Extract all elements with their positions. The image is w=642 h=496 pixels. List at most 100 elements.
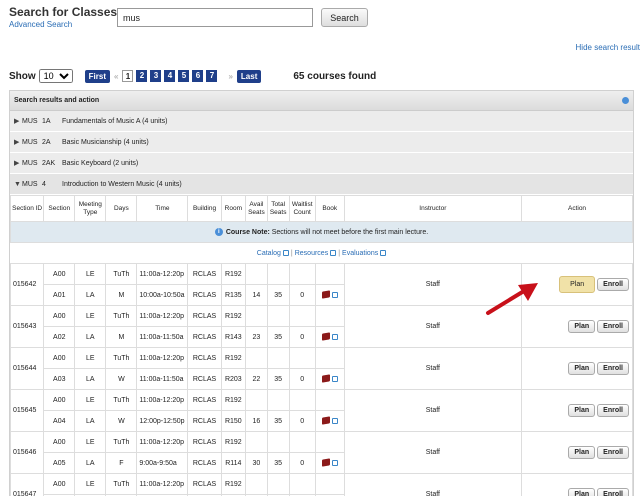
page-3-button[interactable]: 3 [150, 70, 162, 82]
time: 11:00a-12:20p [136, 263, 189, 285]
page-1-button[interactable]: 1 [122, 70, 134, 82]
external-link-icon[interactable] [331, 291, 338, 298]
waitlist-count: 0 [288, 410, 316, 432]
section-code: A00 [43, 473, 76, 495]
course-subject: MUS [22, 138, 38, 146]
column-header: Time [136, 195, 189, 222]
enroll-button[interactable]: Enroll [597, 320, 629, 333]
meeting-type: LA [74, 452, 107, 474]
page-6-button[interactable]: 6 [192, 70, 204, 82]
course-links-row: Catalog | Resources | Evaluations [11, 243, 633, 264]
book-icon[interactable] [321, 374, 330, 384]
book-icon[interactable] [321, 332, 330, 342]
section-id: 015642 [9, 263, 45, 306]
catalog-link[interactable]: Catalog [257, 250, 281, 257]
plan-button[interactable]: Plan [559, 276, 596, 293]
enroll-button[interactable]: Enroll [597, 362, 629, 375]
evaluations-link[interactable]: Evaluations [342, 250, 378, 257]
course-row-mus-4[interactable]: ▼ MUS 4 Introduction to Western Music (4 un… [10, 174, 633, 195]
time: 12:00p-12:50p [136, 410, 189, 432]
search-input[interactable] [117, 8, 313, 27]
show-label: Show [9, 70, 36, 82]
book-cell [314, 284, 345, 306]
results-header-label: Search results and action [14, 97, 100, 104]
collapse-icon[interactable] [622, 97, 629, 104]
instructor: Staff [343, 473, 523, 496]
prev-page-icon[interactable]: « [114, 72, 118, 81]
courses-found-count: 65 courses found [293, 70, 377, 82]
triangle-down-icon: ▼ [14, 180, 21, 188]
book-cell [314, 368, 345, 390]
search-button[interactable]: Search [321, 8, 368, 27]
page-5-button[interactable]: 5 [178, 70, 190, 82]
hide-search-results-link[interactable]: Hide search result [576, 43, 640, 52]
room: R203 [220, 368, 247, 390]
days: W [105, 368, 138, 390]
course-title: Fundamentals of Music A (4 units) [62, 117, 168, 125]
section-id: 015644 [9, 347, 45, 390]
section-id: 015643 [9, 305, 45, 348]
enroll-button[interactable]: Enroll [597, 446, 629, 459]
pagination: Show 10 First « 1234567 » Last 65 course… [9, 69, 376, 83]
column-header: Section [43, 195, 76, 222]
external-link-icon [282, 249, 289, 256]
course-subject: MUS [22, 159, 38, 167]
meeting-type: LE [74, 305, 107, 327]
course-subject: MUS [22, 117, 38, 125]
building: RCLAS [187, 410, 222, 432]
building: RCLAS [187, 284, 222, 306]
meeting-type: LE [74, 389, 107, 411]
external-link-icon[interactable] [331, 417, 338, 424]
total-seats: 35 [266, 284, 290, 306]
external-link-icon[interactable] [331, 375, 338, 382]
section-lecture-row: 015647 A00 LE TuTh 11:00a-12:20p RCLAS R192 Sta… [9, 473, 633, 496]
enroll-button[interactable]: Enroll [597, 488, 629, 496]
plan-button[interactable]: Plan [568, 404, 596, 417]
page-2-button[interactable]: 2 [136, 70, 148, 82]
days: TuTh [105, 305, 138, 327]
per-page-select[interactable]: 10 [38, 69, 73, 83]
course-row-mus-1a[interactable]: ▶ MUS 1A Fundamentals of Music A (4 units) [10, 111, 633, 132]
book-cell [314, 452, 345, 474]
plan-button[interactable]: Plan [568, 446, 596, 459]
external-link-icon [330, 249, 337, 256]
section-lecture-row: 015644 A00 LE TuTh 11:00a-12:20p RCLAS R192 Sta… [9, 347, 633, 390]
triangle-right-icon: ▶ [14, 139, 20, 146]
first-page-button[interactable]: First [84, 69, 111, 83]
plan-button[interactable]: Plan [568, 362, 596, 375]
column-header: Building [187, 195, 222, 222]
advanced-search-link[interactable]: Advanced Search [9, 20, 121, 29]
book-icon[interactable] [321, 290, 330, 300]
enroll-button[interactable]: Enroll [597, 404, 629, 417]
last-page-button[interactable]: Last [236, 69, 262, 83]
plan-button[interactable]: Plan [568, 320, 596, 333]
meeting-type: LA [74, 410, 107, 432]
page-7-button[interactable]: 7 [206, 70, 218, 82]
course-row-mus-2ak[interactable]: ▶ MUS 2AK Basic Keyboard (2 units) [10, 153, 633, 174]
external-link-icon[interactable] [331, 459, 338, 466]
enroll-button[interactable]: Enroll [597, 278, 629, 291]
book-icon[interactable] [321, 416, 330, 426]
waitlist-count: 0 [288, 326, 316, 348]
info-icon: i [214, 228, 223, 236]
instructor: Staff [343, 389, 523, 432]
resources-link[interactable]: Resources [295, 250, 328, 257]
section-id: 015647 [9, 473, 45, 496]
room: R192 [220, 263, 247, 285]
page-4-button[interactable]: 4 [164, 70, 176, 82]
next-page-icon[interactable]: » [228, 72, 232, 81]
course-note-text: Sections will not meet before the first … [271, 228, 429, 236]
results-panel: Search results and action ▶ MUS 1A Fundamen… [9, 90, 634, 496]
time: 10:00a-10:50a [136, 284, 189, 306]
book-icon[interactable] [321, 458, 330, 468]
external-link-icon[interactable] [331, 333, 338, 340]
column-header: Instructor [343, 195, 523, 222]
external-link-icon [380, 249, 387, 256]
time: 11:00a-12:20p [136, 389, 189, 411]
time: 11:00a-12:20p [136, 473, 189, 495]
course-row-mus-2a[interactable]: ▶ MUS 2A Basic Musicianship (4 units) [10, 132, 633, 153]
waitlist-count: 0 [288, 452, 316, 474]
results-header: Search results and action [10, 91, 633, 111]
available-seats: 14 [245, 284, 268, 306]
plan-button[interactable]: Plan [568, 488, 596, 496]
